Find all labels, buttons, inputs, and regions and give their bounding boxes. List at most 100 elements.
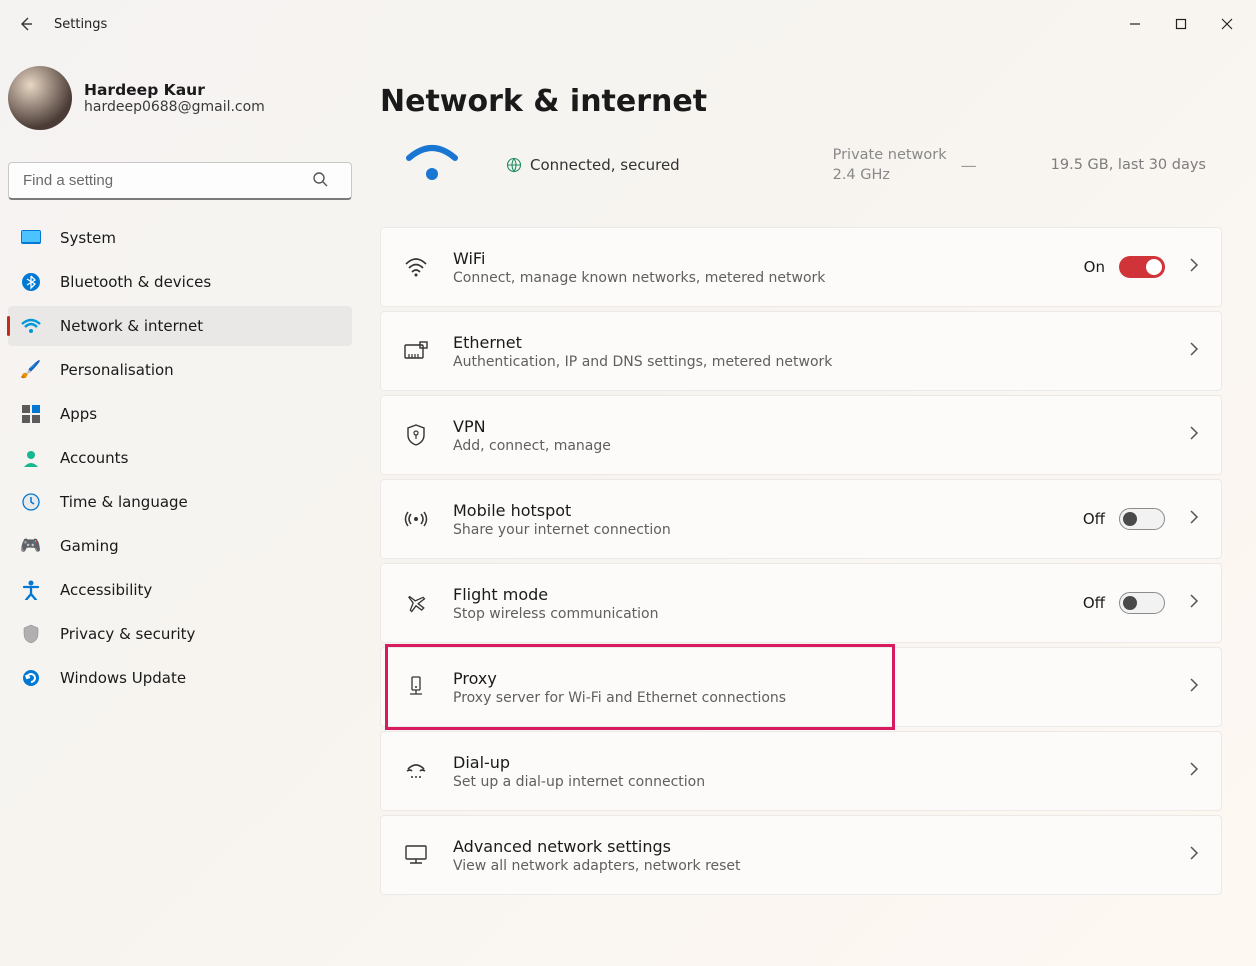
chevron-right-icon (1189, 593, 1199, 613)
globe-icon (506, 157, 522, 173)
wifi-icon (403, 254, 429, 280)
nav: System Bluetooth & devices Network & int… (8, 218, 352, 698)
vpn-shield-icon (403, 422, 429, 448)
card-title: Advanced network settings (453, 837, 1179, 856)
card-hotspot[interactable]: Mobile hotspot Share your internet conne… (380, 479, 1222, 559)
sidebar-item-gaming[interactable]: 🎮 Gaming (8, 526, 352, 566)
card-subtitle: Add, connect, manage (453, 438, 1179, 454)
flight-mode-toggle[interactable] (1119, 592, 1165, 614)
sidebar-item-accounts[interactable]: Accounts (8, 438, 352, 478)
update-icon (20, 667, 42, 689)
airplane-icon (403, 590, 429, 616)
sidebar-item-label: Bluetooth & devices (60, 273, 211, 291)
user-email: hardeep0688@gmail.com (84, 99, 265, 115)
card-title: Ethernet (453, 333, 1179, 352)
sidebar: Hardeep Kaur hardeep0688@gmail.com Syste… (0, 48, 360, 966)
sidebar-item-label: Apps (60, 405, 97, 423)
card-wifi[interactable]: WiFi Connect, manage known networks, met… (380, 227, 1222, 307)
search-icon (312, 171, 328, 191)
network-band: 2.4 GHz (833, 165, 947, 185)
chevron-right-icon (1189, 257, 1199, 277)
search-input[interactable] (8, 162, 352, 200)
user-name: Hardeep Kaur (84, 81, 265, 99)
user-block[interactable]: Hardeep Kaur hardeep0688@gmail.com (8, 60, 352, 144)
card-ethernet[interactable]: Ethernet Authentication, IP and DNS sett… (380, 311, 1222, 391)
network-properties: Private network 2.4 GHz (833, 145, 947, 186)
card-advanced[interactable]: Advanced network settings View all netwo… (380, 815, 1222, 895)
card-subtitle: Share your internet connection (453, 522, 1083, 538)
card-flight-mode[interactable]: Flight mode Stop wireless communication … (380, 563, 1222, 643)
sidebar-item-update[interactable]: Windows Update (8, 658, 352, 698)
system-icon (20, 227, 42, 249)
advanced-network-icon (403, 842, 429, 868)
card-subtitle: Connect, manage known networks, metered … (453, 270, 1084, 286)
hotspot-toggle[interactable] (1119, 508, 1165, 530)
paintbrush-icon: 🖌️ (20, 359, 42, 381)
sidebar-item-label: Accessibility (60, 581, 152, 599)
clock-icon (20, 491, 42, 513)
bluetooth-icon (20, 271, 42, 293)
page-title: Network & internet (380, 84, 1222, 119)
sidebar-item-privacy[interactable]: Privacy & security (8, 614, 352, 654)
sidebar-item-bluetooth[interactable]: Bluetooth & devices (8, 262, 352, 302)
dialup-icon (403, 758, 429, 784)
close-icon (1221, 18, 1233, 30)
accessibility-icon (20, 579, 42, 601)
wifi-icon (20, 315, 42, 337)
connection-status: Connected, secured (530, 156, 680, 174)
window-controls (1112, 8, 1250, 40)
settings-card-list: WiFi Connect, manage known networks, met… (380, 227, 1222, 895)
title-bar: Settings (0, 0, 1256, 48)
network-summary[interactable]: Connected, secured Private network 2.4 G… (380, 137, 1222, 207)
arrow-left-icon (18, 16, 34, 32)
sidebar-item-label: Privacy & security (60, 625, 195, 643)
sidebar-item-label: System (60, 229, 116, 247)
toggle-label: On (1084, 258, 1105, 276)
card-title: Flight mode (453, 585, 1083, 604)
sidebar-item-apps[interactable]: Apps (8, 394, 352, 434)
card-vpn[interactable]: VPN Add, connect, manage (380, 395, 1222, 475)
network-type: Private network (833, 145, 947, 165)
card-subtitle: Authentication, IP and DNS settings, met… (453, 354, 1179, 370)
sidebar-item-time[interactable]: Time & language (8, 482, 352, 522)
sidebar-item-label: Network & internet (60, 317, 203, 335)
sidebar-item-label: Accounts (60, 449, 128, 467)
card-subtitle: View all network adapters, network reset (453, 858, 1179, 874)
card-title: Proxy (453, 669, 1179, 688)
sidebar-item-system[interactable]: System (8, 218, 352, 258)
sidebar-item-label: Personalisation (60, 361, 174, 379)
card-dialup[interactable]: Dial-up Set up a dial-up internet connec… (380, 731, 1222, 811)
card-proxy[interactable]: Proxy Proxy server for Wi-Fi and Etherne… (380, 647, 1222, 727)
wifi-toggle[interactable] (1119, 256, 1165, 278)
main-content: Network & internet Connected, secured Pr… (360, 48, 1256, 966)
chevron-right-icon (1189, 509, 1199, 529)
accounts-icon (20, 447, 42, 469)
avatar (8, 66, 72, 130)
toggle-label: Off (1083, 510, 1105, 528)
toggle-label: Off (1083, 594, 1105, 612)
sidebar-item-label: Gaming (60, 537, 119, 555)
card-title: Dial-up (453, 753, 1179, 772)
sidebar-item-label: Windows Update (60, 669, 186, 687)
data-usage: 19.5 GB, last 30 days (1051, 157, 1206, 173)
window-title: Settings (54, 17, 107, 32)
apps-icon (20, 403, 42, 425)
sidebar-item-personalisation[interactable]: 🖌️ Personalisation (8, 350, 352, 390)
sidebar-item-accessibility[interactable]: Accessibility (8, 570, 352, 610)
chevron-right-icon (1189, 761, 1199, 781)
card-title: WiFi (453, 249, 1084, 268)
sidebar-item-network[interactable]: Network & internet (8, 306, 352, 346)
card-title: VPN (453, 417, 1179, 436)
card-subtitle: Set up a dial-up internet connection (453, 774, 1179, 790)
card-title: Mobile hotspot (453, 501, 1083, 520)
sidebar-item-label: Time & language (60, 493, 188, 511)
chevron-right-icon (1189, 425, 1199, 445)
minimize-button[interactable] (1112, 8, 1158, 40)
close-button[interactable] (1204, 8, 1250, 40)
maximize-button[interactable] (1158, 8, 1204, 40)
back-button[interactable] (6, 4, 46, 44)
divider-dash: — (961, 156, 977, 175)
chevron-right-icon (1189, 677, 1199, 697)
card-subtitle: Proxy server for Wi-Fi and Ethernet conn… (453, 690, 1179, 706)
search-wrap (8, 162, 352, 200)
